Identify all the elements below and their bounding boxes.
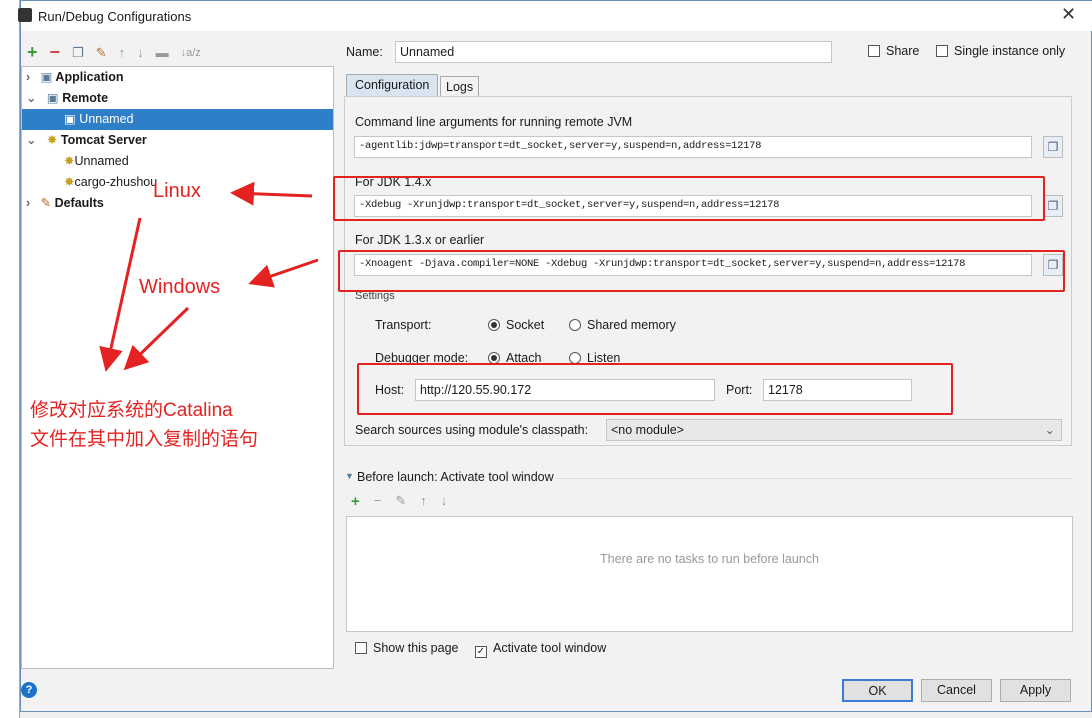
arrow-from-windows: [123, 306, 190, 371]
arrow-linux: [230, 181, 313, 206]
arrow-from-linux: [99, 217, 142, 372]
arrow-windows: [248, 258, 319, 288]
annotation-arrows: [99, 181, 319, 372]
